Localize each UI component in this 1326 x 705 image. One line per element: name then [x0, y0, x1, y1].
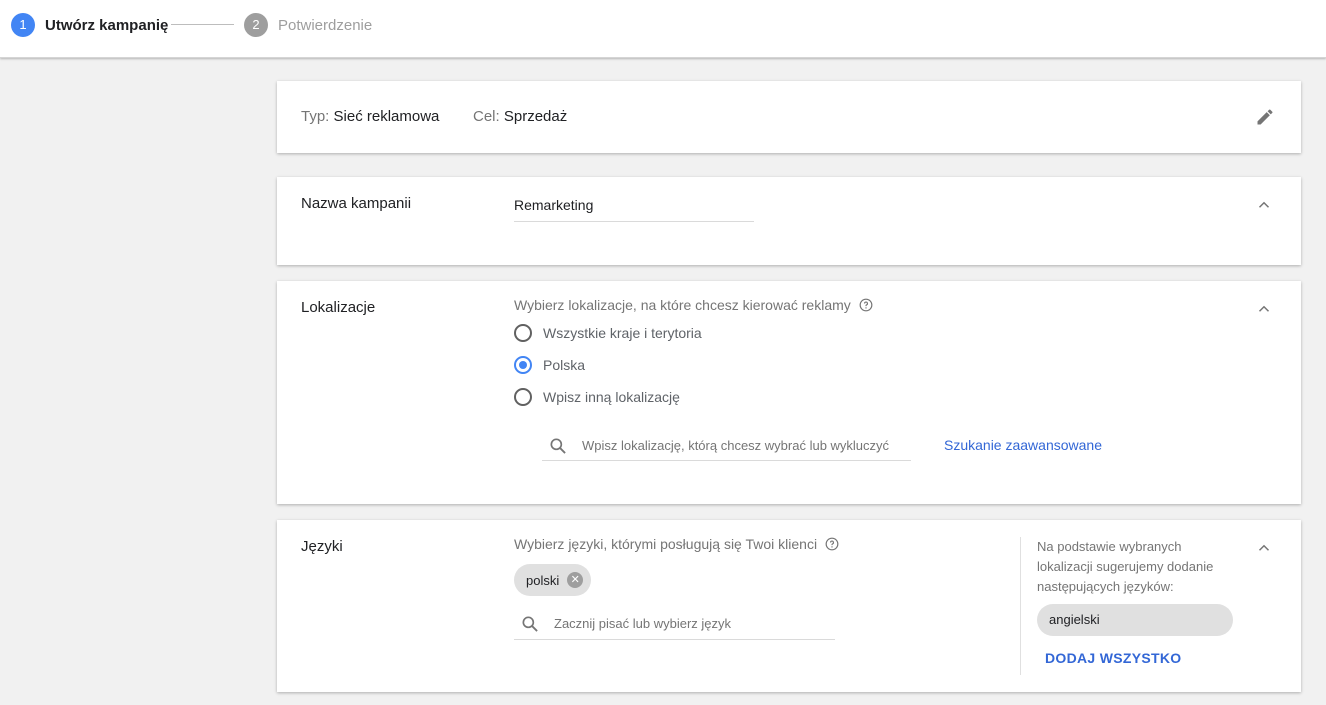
goal-value: Sprzedaż	[503, 108, 568, 125]
search-placeholder: Wpisz lokalizację, którą chcesz wybrać l…	[582, 438, 890, 453]
goal-label: Cel:	[473, 108, 500, 125]
search-icon	[550, 438, 566, 454]
step-label: Potwierdzenie	[278, 16, 373, 34]
step-create-campaign[interactable]: 1 Utwórz kampanię	[11, 13, 168, 37]
radio-button[interactable]	[514, 388, 532, 406]
campaign-type: Typ: Sieć reklamowa	[301, 108, 439, 125]
chevron-up-icon[interactable]	[1255, 300, 1273, 318]
campaign-name-input[interactable]: Remarketing	[514, 197, 754, 222]
radio-button[interactable]	[514, 356, 532, 374]
step-number: 1	[11, 13, 35, 37]
radio-label: Wszystkie kraje i terytoria	[543, 325, 702, 341]
hint-text: Wybierz języki, którymi posługują się Tw…	[514, 536, 818, 552]
stepper-bar: 1 Utwórz kampanię 2 Potwierdzenie	[0, 0, 1326, 58]
languages-card: Języki Wybierz języki, którymi posługują…	[277, 520, 1301, 692]
locations-hint: Wybierz lokalizacje, na które chcesz kie…	[514, 297, 873, 313]
campaign-name-card: Nazwa kampanii Remarketing	[277, 177, 1301, 265]
radio-button[interactable]	[514, 324, 532, 342]
radio-all-countries[interactable]: Wszystkie kraje i terytoria	[514, 324, 702, 342]
language-chip-polski: polski ✕	[514, 564, 592, 596]
advanced-search-link[interactable]: Szukanie zaawansowane	[944, 437, 1102, 453]
add-all-button[interactable]: DODAJ WSZYSTKO	[1045, 650, 1181, 666]
languages-hint: Wybierz języki, którymi posługują się Tw…	[514, 536, 839, 552]
help-icon[interactable]	[825, 537, 839, 551]
step-connector	[171, 24, 234, 25]
section-title: Języki	[301, 538, 343, 555]
campaign-summary-card: Typ: Sieć reklamowa Cel: Sprzedaż	[277, 81, 1301, 153]
campaign-goal: Cel: Sprzedaż	[473, 108, 567, 125]
divider	[1020, 537, 1021, 675]
radio-poland[interactable]: Polska	[514, 356, 585, 374]
location-search-input[interactable]: Wpisz lokalizację, którą chcesz wybrać l…	[542, 431, 911, 461]
section-title: Nazwa kampanii	[301, 195, 412, 212]
step-label: Utwórz kampanię	[45, 16, 169, 34]
section-title: Lokalizacje	[301, 299, 376, 316]
search-placeholder: Zacznij pisać lub wybierz język	[554, 616, 732, 631]
radio-label: Wpisz inną lokalizację	[543, 389, 680, 405]
language-search-input[interactable]: Zacznij pisać lub wybierz język	[514, 608, 835, 640]
locations-card: Lokalizacje Wybierz lokalizacje, na któr…	[277, 281, 1301, 504]
suggested-language-chip[interactable]: angielski	[1037, 604, 1233, 636]
radio-other-location[interactable]: Wpisz inną lokalizację	[514, 388, 680, 406]
type-value: Sieć reklamowa	[333, 108, 440, 125]
help-icon[interactable]	[859, 298, 873, 312]
hint-text: Wybierz lokalizacje, na które chcesz kie…	[514, 297, 851, 313]
pencil-icon[interactable]	[1255, 107, 1275, 127]
chevron-up-icon[interactable]	[1255, 539, 1273, 557]
chevron-up-icon[interactable]	[1255, 196, 1273, 214]
type-label: Typ:	[301, 108, 330, 125]
chip-label: polski	[526, 572, 560, 588]
radio-label: Polska	[543, 357, 586, 373]
step-confirmation[interactable]: 2 Potwierdzenie	[244, 13, 372, 37]
search-icon	[522, 616, 538, 632]
close-icon[interactable]: ✕	[567, 572, 584, 588]
language-suggestion-text: Na podstawie wybranych lokalizacji suger…	[1037, 539, 1214, 594]
step-number: 2	[244, 13, 268, 37]
